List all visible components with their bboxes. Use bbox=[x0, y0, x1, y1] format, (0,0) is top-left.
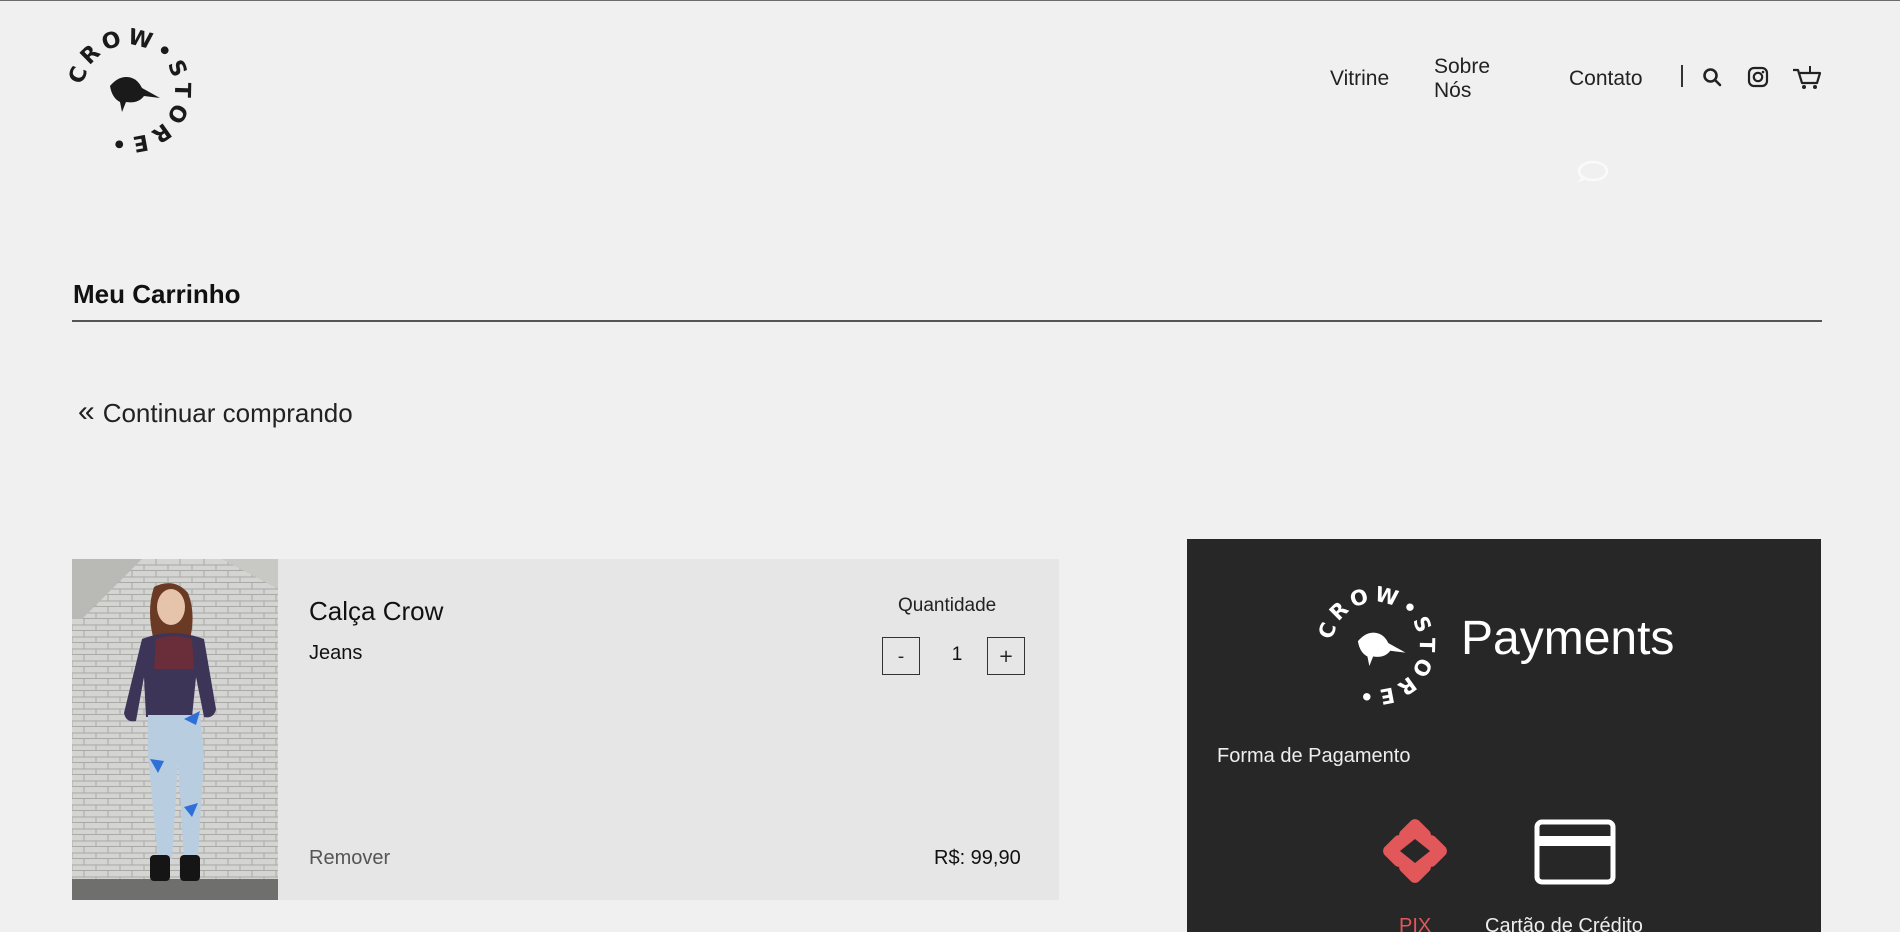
payment-method-label: Forma de Pagamento bbox=[1217, 745, 1411, 767]
product-price: R$: 99,90 bbox=[934, 847, 1021, 869]
double-chevron-left-icon: « bbox=[78, 394, 95, 428]
payment-option-credit-card[interactable]: Cartão de Crédito bbox=[1485, 915, 1643, 932]
pix-icon[interactable] bbox=[1380, 816, 1450, 886]
quantity-value: 1 bbox=[951, 644, 963, 665]
continue-shopping-link[interactable]: « Continuar comprando bbox=[78, 394, 353, 429]
payments-title: Payments bbox=[1461, 612, 1675, 665]
quantity-increase-button[interactable]: + bbox=[987, 637, 1025, 675]
nav-link-sobre-nos[interactable]: Sobre Nós bbox=[1434, 55, 1490, 103]
payments-panel: CROW•STORE• Payments Forma de Pagamento … bbox=[1187, 539, 1821, 932]
crow-store-logo[interactable]: CROW•STORE• bbox=[66, 28, 192, 154]
quantity-label: Quantidade bbox=[898, 595, 997, 616]
cart-icon[interactable] bbox=[1790, 63, 1824, 93]
remove-item-button[interactable]: Remover bbox=[309, 847, 390, 870]
product-variant: Jeans bbox=[309, 642, 363, 664]
crow-store-logo: CROW•STORE• bbox=[1316, 586, 1435, 706]
nav-link-contato[interactable]: Contato bbox=[1569, 67, 1643, 91]
credit-card-icon[interactable] bbox=[1534, 819, 1616, 885]
search-icon[interactable] bbox=[1698, 63, 1726, 91]
product-image bbox=[72, 559, 278, 900]
whatsapp-icon[interactable] bbox=[1576, 159, 1610, 183]
continue-shopping-label: Continuar comprando bbox=[102, 398, 353, 428]
product-name: Calça Crow bbox=[309, 596, 444, 626]
page-title: Meu Carrinho bbox=[73, 279, 241, 309]
quantity-decrease-button[interactable]: - bbox=[882, 637, 920, 675]
nav-divider bbox=[1681, 65, 1683, 87]
cart-item: Calça Crow Jeans Quantidade - 1 + Remove… bbox=[72, 559, 1059, 900]
nav-link-vitrine[interactable]: Vitrine bbox=[1330, 67, 1389, 91]
instagram-icon[interactable] bbox=[1744, 63, 1772, 91]
title-divider bbox=[72, 320, 1822, 322]
payment-option-pix[interactable]: PIX bbox=[1399, 915, 1431, 932]
